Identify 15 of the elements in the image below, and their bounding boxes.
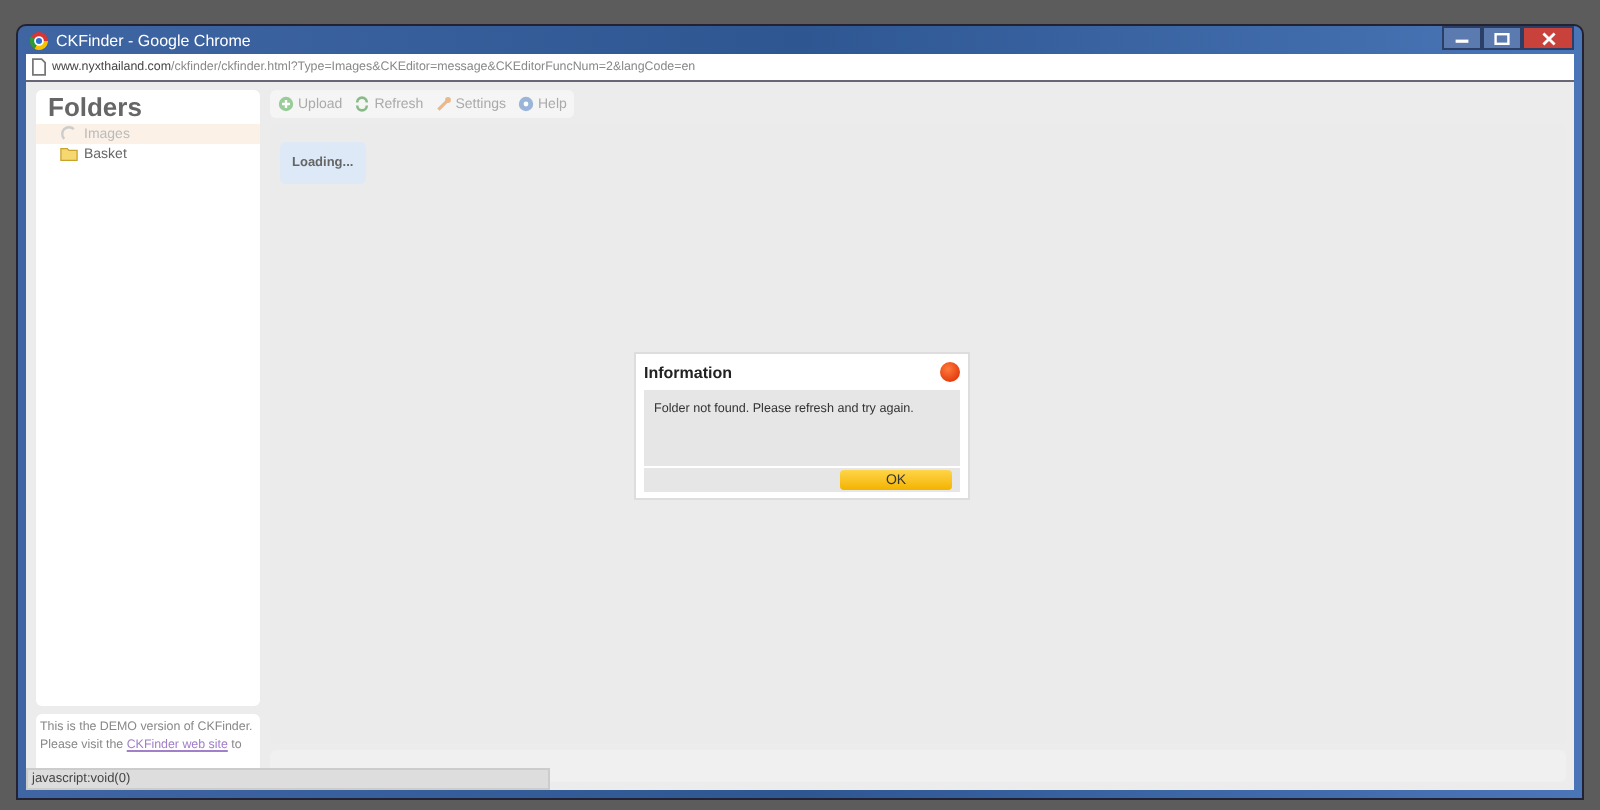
maximize-button[interactable]: [1482, 26, 1522, 50]
close-icon: [1541, 31, 1555, 45]
wrench-icon: [435, 96, 452, 112]
dialog-title: Information: [644, 363, 732, 381]
refresh-icon: [354, 96, 371, 112]
spinner-icon: [60, 126, 78, 142]
panel-title: Folders: [46, 90, 144, 124]
maximize-icon: [1494, 31, 1510, 45]
plus-icon: [278, 96, 294, 112]
chrome-icon: [30, 31, 48, 49]
help-icon: [518, 96, 534, 112]
minimize-button[interactable]: [1442, 26, 1482, 50]
close-button[interactable]: [1522, 26, 1574, 50]
window-title: CKFinder - Google Chrome: [56, 31, 251, 49]
page-icon: [32, 58, 46, 76]
